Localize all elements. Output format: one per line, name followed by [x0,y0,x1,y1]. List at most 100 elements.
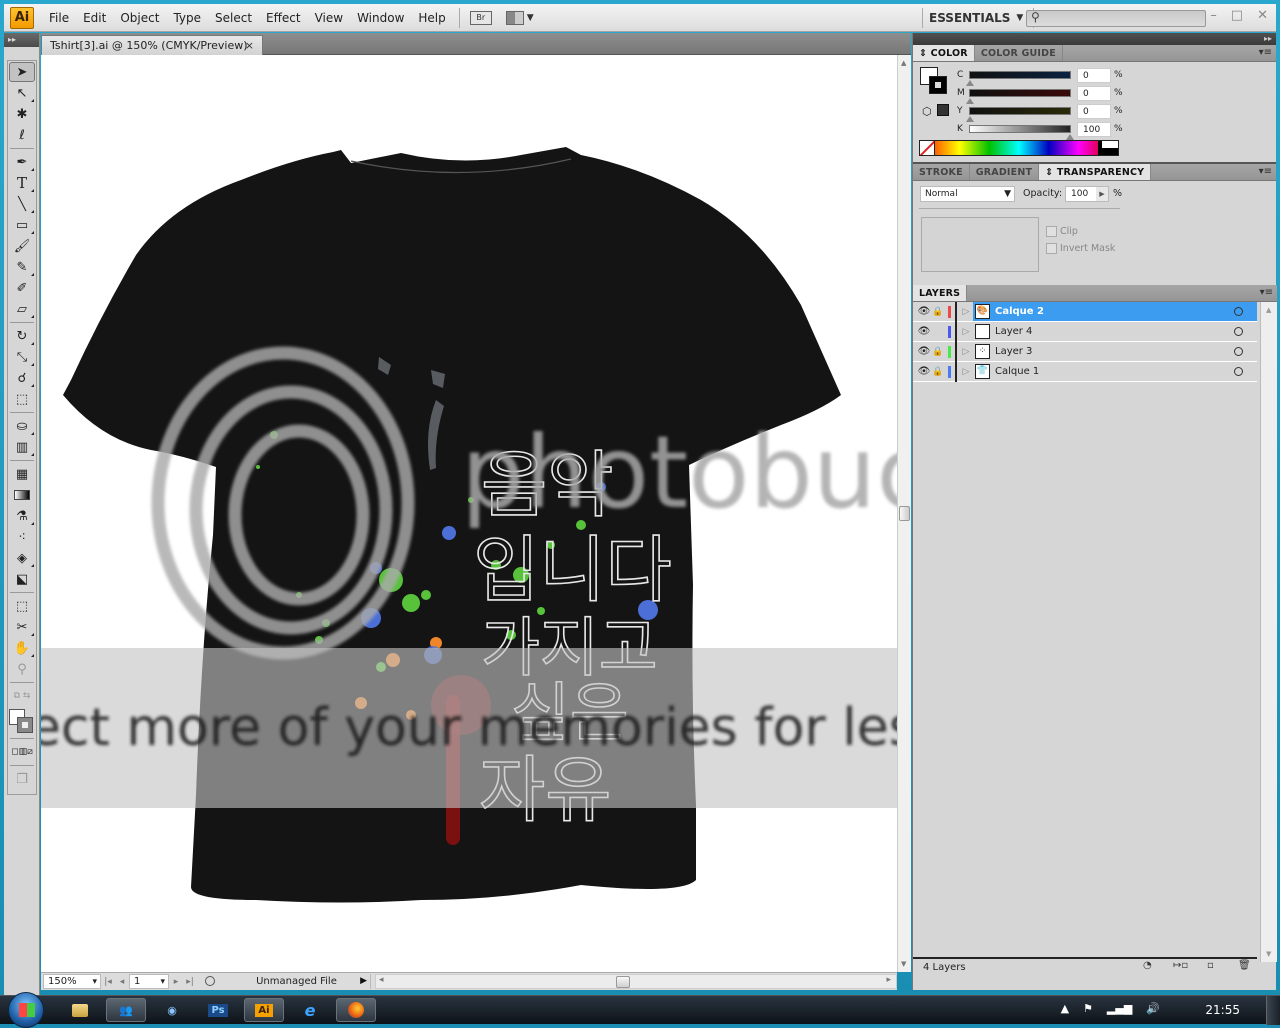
layer-name-area[interactable]: ⁘ Layer 3 [973,342,1257,361]
arrange-documents-icon[interactable] [505,10,524,25]
none-color-swatch[interactable] [920,141,935,155]
zoom-level-select[interactable]: 150% [43,974,101,989]
canvas-vertical-scrollbar[interactable]: ▲ ▼ [897,55,911,972]
symbol-sprayer-tool[interactable]: ⛀ [9,416,35,436]
expand-layer-icon[interactable]: ▷ [959,327,973,337]
horizontal-scroll-thumb[interactable] [616,976,630,988]
panel-menu-icon[interactable]: ▾≡ [1259,166,1272,177]
status-file-menu[interactable]: Unmanaged File ▶ [201,974,371,989]
tab-gradient[interactable]: GRADIENT [970,164,1040,180]
menu-help[interactable]: Help [411,4,452,32]
scroll-up-icon[interactable]: ▲ [901,59,906,67]
menu-effect[interactable]: Effect [259,4,308,32]
lock-icon[interactable]: 🔒 [931,307,945,317]
show-desktop-button[interactable] [1266,996,1280,1025]
scale-tool[interactable]: ⤡ [9,347,35,367]
live-paint-selection-tool[interactable]: ⬕ [9,569,35,589]
layer-target-icon[interactable] [1234,367,1243,376]
arrange-dropdown-icon[interactable]: ▼ [527,13,534,23]
layer-row[interactable]: 👁 ▷ Layer 4 [913,321,1257,342]
color-mode-buttons[interactable]: ◻▥⧄ [9,742,35,762]
opacity-mask-thumbnail[interactable] [921,217,1039,272]
rotate-tool[interactable]: ↻ [9,326,35,346]
document-tab[interactable]: Tshirt[3].ai @ 150% (CMYK/Preview) × [41,35,263,55]
visibility-eye-icon[interactable]: 👁 [917,326,931,337]
direct-selection-tool[interactable]: ↖ [9,83,35,103]
black-slider[interactable] [969,125,1074,140]
illustrator-logo[interactable]: Ai [10,6,34,29]
layer-target-icon[interactable] [1234,347,1243,356]
visibility-eye-icon[interactable]: 👁 [917,366,931,377]
layers-scroll-down-icon[interactable]: ▼ [1266,950,1271,958]
panel-dock-collapse-icon[interactable]: ▸▸ [913,33,1276,45]
live-paint-bucket-tool[interactable]: ◈ [9,548,35,568]
cyan-value-input[interactable]: 0 [1077,67,1111,83]
tab-transparency[interactable]: ⇕ TRANSPARENCY [1039,164,1152,180]
eraser-tool[interactable]: ▱ [9,299,35,319]
warp-tool[interactable]: ☌ [9,368,35,388]
layer-row[interactable]: 👁 🔒 ▷ 🎨 Calque 2 [913,301,1257,322]
paintbrush-tool[interactable]: 🖌 [9,236,35,256]
zoom-tool[interactable]: ⚲ [9,659,35,679]
workspace-switcher[interactable]: ESSENTIALS ▼ [916,4,1040,32]
pen-tool[interactable]: ✒ [9,152,35,172]
volume-icon[interactable]: 🔊 [1146,1002,1160,1015]
taskbar-messenger[interactable]: 👥 [106,998,146,1022]
menu-file[interactable]: File [42,4,76,32]
taskbar-windows-explorer[interactable] [60,998,100,1022]
lasso-tool[interactable]: ℓ [9,125,35,145]
fill-stroke-swatch[interactable] [9,709,35,735]
magic-wand-tool[interactable]: ✱ [9,104,35,124]
tools-collapse-icon[interactable]: ▸▸ [4,33,39,47]
gradient-tool[interactable] [9,485,35,505]
menu-window[interactable]: Window [350,4,411,32]
last-artboard-button[interactable]: ▸| [183,977,197,987]
layer-target-icon[interactable] [1234,327,1243,336]
clip-checkbox[interactable]: Clip [1046,226,1078,237]
free-transform-tool[interactable]: ⬚ [9,389,35,409]
scroll-down-icon[interactable]: ▼ [901,960,906,968]
layer-target-icon[interactable] [1234,307,1243,316]
mesh-tool[interactable]: ▦ [9,464,35,484]
tab-stroke[interactable]: STROKE [913,164,970,180]
slice-tool[interactable]: ✂ [9,617,35,637]
visibility-eye-icon[interactable]: 👁 [917,306,931,317]
black-value-input[interactable]: 100 [1077,121,1111,137]
network-signal-icon[interactable]: ▂▄▆ [1107,1002,1132,1015]
prev-artboard-button[interactable]: ◂ [115,977,129,987]
minimize-button[interactable]: – [1210,8,1217,23]
layer-row[interactable]: 👁 🔒 ▷ 👕 Calque 1 [913,361,1257,382]
layer-name-area[interactable]: Layer 4 [973,322,1257,341]
layer-row[interactable]: 👁 🔒 ▷ ⁘ Layer 3 [913,341,1257,362]
magenta-value-input[interactable]: 0 [1077,85,1111,101]
last-color-swatch[interactable] [937,104,949,116]
panel-menu-icon[interactable]: ▾≡ [1260,287,1273,298]
cyan-slider[interactable] [966,71,1071,86]
line-segment-tool[interactable]: ╲ [9,194,35,214]
menu-edit[interactable]: Edit [76,4,113,32]
invert-mask-checkbox[interactable]: Invert Mask [1046,243,1115,254]
stroke-color-swatch[interactable] [929,76,947,94]
eyedropper-tool[interactable]: ⚗ [9,506,35,526]
layers-scrollbar[interactable]: ▲ ▼ [1260,302,1277,962]
lock-icon[interactable]: 🔒 [931,367,945,377]
black-white-swatch[interactable] [1102,141,1118,155]
create-sublayer-icon[interactable]: ↦▫ [1173,960,1188,971]
expand-layer-icon[interactable]: ▷ [959,307,973,317]
close-tab-icon[interactable]: × [245,36,254,55]
screen-mode-icon[interactable]: ❐ [9,769,35,789]
artboard-canvas[interactable]: 음악 입니다 가지고 싶은 자유 photobucket Protect mor… [41,55,897,972]
color-spectrum-bar[interactable] [919,140,1119,156]
opacity-input[interactable]: 100 ▶ [1065,186,1109,202]
system-clock[interactable]: 21:55 [1205,1003,1240,1017]
visibility-eye-icon[interactable]: 👁 [917,346,931,357]
create-new-layer-icon[interactable]: ▫ [1207,960,1214,971]
search-input[interactable]: ⚲ [1026,10,1206,27]
taskbar-itunes[interactable]: ◉ [152,998,192,1022]
pencil-tool[interactable]: ✎ [9,257,35,277]
layer-name-area[interactable]: 👕 Calque 1 [973,362,1257,381]
invert-mask-checkbox-box[interactable] [1046,243,1057,254]
make-clipping-mask-icon[interactable]: ◔ [1143,960,1152,971]
yellow-value-input[interactable]: 0 [1077,103,1111,119]
fill-stroke-indicator[interactable] [920,67,950,97]
